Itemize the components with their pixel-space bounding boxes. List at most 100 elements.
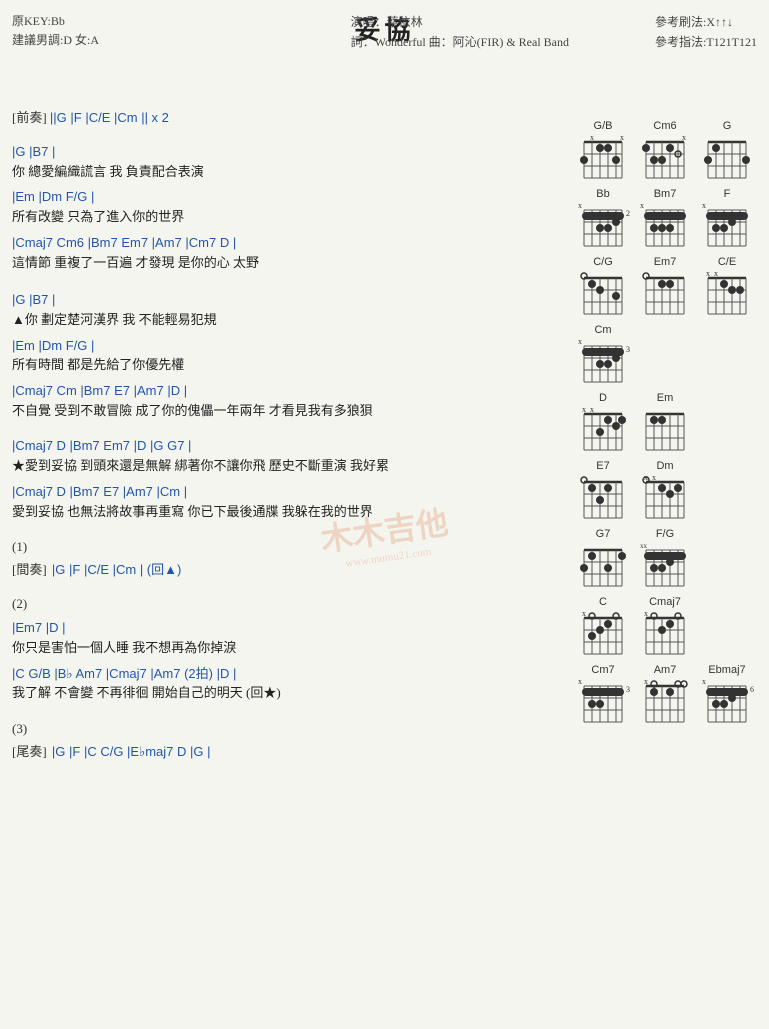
svg-text:x: x [578,678,582,686]
chord-em: Em [636,392,694,454]
outro-label: [尾奏] [12,744,47,759]
verse2-block3: |Cmaj7 Cm |Bm7 E7 |Am7 |D | 不自覺 受到不敢冒險 成… [12,383,557,420]
svg-text:x: x [620,134,624,142]
chord-diagrams-area: G/B [574,120,769,732]
verse1-block3: |Cmaj7 Cm6 |Bm7 Em7 |Am7 |Cm7 D | 這情節 重複… [12,235,557,272]
v1-chords3: |Cmaj7 Cm6 |Bm7 Em7 |Am7 |Cm7 D | [12,235,557,252]
svg-text:x: x [640,202,644,210]
outro-line: [尾奏] |G |F |C C/G |E♭maj7 D |G | [12,741,557,760]
chord-row-6: E7 Dm [574,460,769,522]
chord-cm6: Cm6 x [636,120,694,182]
section3-label: (3) [12,721,557,737]
svg-text:x: x [682,134,686,142]
chord-fg: F/G xx [636,528,694,590]
ch1-lyric1: ★愛到妥協 到頭來還是無解 綁著你不讓你飛 歷史不斷重演 我好累 [12,456,557,476]
v2-lyric2: 所有時間 都是先給了你優先權 [12,355,557,375]
v1-lyric2: 所有改變 只為了進入你的世界 [12,207,557,227]
chord-cg: C/G [574,256,632,318]
verse2-block1: |G |B7 | ▲你 劃定楚河漢界 我 不能輕易犯規 [12,292,557,329]
interlude1-label: [間奏] [12,562,47,577]
section1-label: (1) [12,539,557,555]
svg-text:x: x [578,202,582,210]
svg-text:3: 3 [626,685,630,694]
verse1-block1: |G |B7 | 你 總愛編織謊言 我 負責配合表演 [12,144,557,181]
chord-ebmaj7: Ebmaj7 x 6 [698,664,756,726]
chord-em7: Em7 [636,256,694,318]
svg-text:6: 6 [750,685,754,694]
section2-block1: |Em7 |D | 你只是害怕一個人睡 我不想再為你掉淚 [12,620,557,657]
svg-text:xx: xx [640,542,648,550]
intro-label: [前奏] [12,110,47,125]
meta-right: 演唱：蔡依林 詞：Wonderful 曲：阿沁(FIR) & Real Band [351,12,569,53]
chord-g7: G7 [574,528,632,590]
chord-row-7: G7 F/G [574,528,769,590]
suggested-key-label: 建議男調:D 女:A [12,31,99,50]
svg-text:x: x [582,406,586,414]
chord-cm7: Cm7 x 3 [574,664,632,726]
svg-text:x: x [582,610,586,618]
ch1-chords1: |Cmaj7 D |Bm7 Em7 |D |G G7 | [12,438,557,455]
v2-chords2: |Em |Dm F/G | [12,338,557,355]
chord-row-5: D x x [574,392,769,454]
chord-dm: Dm x x [636,460,694,522]
chord-row-8: C x [574,596,769,658]
chord-ce: C/E x x [698,256,756,318]
fingering-pattern: 參考指法:T121T121 [655,32,757,52]
page: 原KEY:Bb 建議男調:D 女:A 妥協 演唱：蔡依林 詞：Wonderful… [0,0,769,1029]
s2-chords1: |Em7 |D | [12,620,557,637]
interlude1-chords: |G |F |C/E |Cm | (回▲) [52,562,181,577]
ch1-lyric2: 愛到妥協 也無法將故事再重寫 你已下最後通牒 我躲在我的世界 [12,502,557,522]
chord-cmaj7: Cmaj7 x [636,596,694,658]
chord-c: C x [574,596,632,658]
svg-text:3: 3 [626,345,630,354]
intro-line: [前奏] ||G |F |C/E |Cm || x 2 [12,107,557,126]
chord-d: D x x [574,392,632,454]
svg-text:x: x [702,202,706,210]
verse1-block2: |Em |Dm F/G | 所有改變 只為了進入你的世界 [12,189,557,226]
intro-chords: ||G |F |C/E |Cm || x 2 [50,110,169,125]
chord-bb: Bb [574,188,632,250]
v1-lyric1: 你 總愛編織謊言 我 負責配合表演 [12,162,557,182]
s2-chords2: |C G/B |B♭ Am7 |Cmaj7 |Am7 (2拍) |D | [12,666,557,683]
s2-lyric2: 我了解 不會變 不再徘徊 開始自己的明天 (回★) [12,683,557,703]
chorus1-block1: |Cmaj7 D |Bm7 Em7 |D |G G7 | ★愛到妥協 到頭來還是… [12,438,557,475]
svg-text:2: 2 [626,209,630,218]
key-label: 原KEY:Bb [12,12,99,31]
svg-text:x: x [652,474,656,482]
outro-chords: |G |F |C C/G |E♭maj7 D |G | [52,744,211,759]
v1-lyric3: 這情節 重複了一百遍 才發現 是你的心 太野 [12,253,557,273]
chord-g: G [698,120,756,182]
section2-block2: |C G/B |B♭ Am7 |Cmaj7 |Am7 (2拍) |D | 我了解… [12,666,557,703]
svg-text:x: x [706,270,710,278]
v2-chords3: |Cmaj7 Cm |Bm7 E7 |Am7 |D | [12,383,557,400]
chord-f: F x [698,188,756,250]
chord-am7: Am7 x [636,664,694,726]
chord-gb: G/B [574,120,632,182]
singer-label: 演唱：蔡依林 [351,12,569,32]
ch1-chords2: |Cmaj7 D |Bm7 E7 |Am7 |Cm | [12,484,557,501]
chord-row-2: Bb [574,188,769,250]
svg-text:x: x [590,134,594,142]
svg-text:x: x [702,678,706,686]
v1-chords2: |Em |Dm F/G | [12,189,557,206]
svg-text:x: x [590,406,594,414]
lyricist-label: 詞：Wonderful 曲：阿沁(FIR) & Real Band [351,32,569,52]
svg-text:x: x [644,610,648,618]
v1-chords1: |G |B7 | [12,144,557,161]
section2-label: (2) [12,596,557,612]
v2-lyric3: 不自覺 受到不敢冒險 成了你的傀儡一年兩年 才看見我有多狼狽 [12,401,557,421]
meta-left: 原KEY:Bb 建議男調:D 女:A [12,12,99,50]
chord-row-1: G/B [574,120,769,182]
chord-row-3: C/G Em [574,256,769,318]
strum-info: 參考刷法:X↑↑↓ 參考指法:T121T121 [655,12,757,53]
svg-text:x: x [644,678,648,686]
interlude1-line: [間奏] |G |F |C/E |Cm | (回▲) [12,559,557,578]
v2-lyric1: ▲你 劃定楚河漢界 我 不能輕易犯規 [12,310,557,330]
chord-row-4: Cm [574,324,769,386]
s2-lyric1: 你只是害怕一個人睡 我不想再為你掉淚 [12,638,557,658]
chord-row-9: Cm7 x 3 [574,664,769,726]
v2-chords1: |G |B7 | [12,292,557,309]
svg-text:x: x [714,270,718,278]
svg-text:x: x [578,338,582,346]
chord-bm7: Bm7 x [636,188,694,250]
